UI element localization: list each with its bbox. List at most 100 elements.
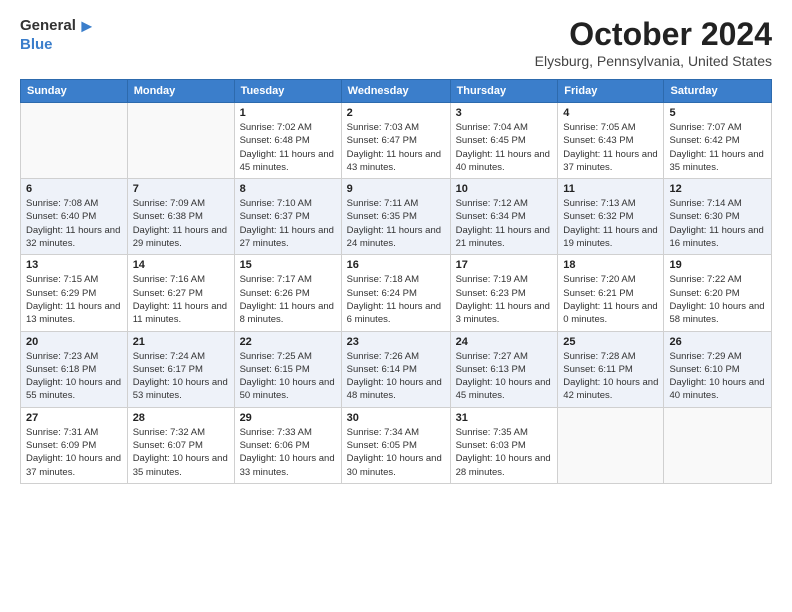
day-number: 15 xyxy=(240,259,336,271)
col-sunday: Sunday xyxy=(21,80,128,103)
calendar-cell: 23 Sunrise: 7:26 AMSunset: 6:14 PMDayligh… xyxy=(341,331,450,407)
calendar-cell: 31 Sunrise: 7:35 AMSunset: 6:03 PMDayligh… xyxy=(450,407,558,483)
calendar-table: Sunday Monday Tuesday Wednesday Thursday… xyxy=(20,79,772,484)
day-info: Sunrise: 7:23 AMSunset: 6:18 PMDaylight:… xyxy=(26,350,122,403)
day-info: Sunrise: 7:11 AMSunset: 6:35 PMDaylight:… xyxy=(347,197,445,250)
calendar-week-row: 6Sunrise: 7:08 AMSunset: 6:40 PMDaylight… xyxy=(21,179,772,255)
calendar-header-row: Sunday Monday Tuesday Wednesday Thursday… xyxy=(21,80,772,103)
calendar-week-row: 20 Sunrise: 7:23 AMSunset: 6:18 PMDayligh… xyxy=(21,331,772,407)
title-block: October 2024 Elysburg, Pennsylvania, Uni… xyxy=(535,16,772,69)
day-info: Sunrise: 7:04 AMSunset: 6:45 PMDaylight:… xyxy=(456,121,553,174)
calendar-cell: 7 Sunrise: 7:09 AMSunset: 6:38 PMDaylight… xyxy=(127,179,234,255)
calendar-week-row: 27 Sunrise: 7:31 AMSunset: 6:09 PMDayligh… xyxy=(21,407,772,483)
day-number: 13 xyxy=(26,259,122,271)
day-info: Sunrise: 7:34 AMSunset: 6:05 PMDaylight:… xyxy=(347,426,445,479)
day-number: 11 xyxy=(563,183,658,195)
calendar-cell: 11 Sunrise: 7:13 AMSunset: 6:32 PMDayligh… xyxy=(558,179,664,255)
day-info: Sunrise: 7:17 AMSunset: 6:26 PMDaylight:… xyxy=(240,273,336,326)
day-info: Sunrise: 7:15 AMSunset: 6:29 PMDaylight:… xyxy=(26,273,122,326)
day-info: Sunrise: 7:35 AMSunset: 6:03 PMDaylight:… xyxy=(456,426,553,479)
logo-bird-icon: ► xyxy=(78,16,96,37)
col-tuesday: Tuesday xyxy=(234,80,341,103)
col-friday: Friday xyxy=(558,80,664,103)
calendar-cell: 24Sunrise: 7:27 AMSunset: 6:13 PMDayligh… xyxy=(450,331,558,407)
day-number: 21 xyxy=(133,336,229,348)
calendar-cell: 4Sunrise: 7:05 AMSunset: 6:43 PMDaylight… xyxy=(558,103,664,179)
day-number: 26 xyxy=(669,336,766,348)
day-number: 31 xyxy=(456,412,553,424)
col-wednesday: Wednesday xyxy=(341,80,450,103)
calendar-cell xyxy=(558,407,664,483)
day-info: Sunrise: 7:33 AMSunset: 6:06 PMDaylight:… xyxy=(240,426,336,479)
calendar-cell: 17 Sunrise: 7:19 AMSunset: 6:23 PMDayligh… xyxy=(450,255,558,331)
calendar-cell: 26Sunrise: 7:29 AMSunset: 6:10 PMDayligh… xyxy=(664,331,772,407)
col-monday: Monday xyxy=(127,80,234,103)
calendar-cell xyxy=(21,103,128,179)
day-info: Sunrise: 7:25 AMSunset: 6:15 PMDaylight:… xyxy=(240,350,336,403)
day-info: Sunrise: 7:08 AMSunset: 6:40 PMDaylight:… xyxy=(26,197,122,250)
day-number: 22 xyxy=(240,336,336,348)
calendar-cell: 10 Sunrise: 7:12 AMSunset: 6:34 PMDayligh… xyxy=(450,179,558,255)
day-number: 17 xyxy=(456,259,553,271)
day-number: 12 xyxy=(669,183,766,195)
calendar-cell: 28 Sunrise: 7:32 AMSunset: 6:07 PMDayligh… xyxy=(127,407,234,483)
calendar-cell xyxy=(664,407,772,483)
day-info: Sunrise: 7:31 AMSunset: 6:09 PMDaylight:… xyxy=(26,426,122,479)
col-saturday: Saturday xyxy=(664,80,772,103)
calendar-week-row: 1Sunrise: 7:02 AMSunset: 6:48 PMDaylight… xyxy=(21,103,772,179)
location-subtitle: Elysburg, Pennsylvania, United States xyxy=(535,53,772,69)
day-info: Sunrise: 7:20 AMSunset: 6:21 PMDaylight:… xyxy=(563,273,658,326)
day-info: Sunrise: 7:05 AMSunset: 6:43 PMDaylight:… xyxy=(563,121,658,174)
col-thursday: Thursday xyxy=(450,80,558,103)
day-info: Sunrise: 7:26 AMSunset: 6:14 PMDaylight:… xyxy=(347,350,445,403)
day-info: Sunrise: 7:32 AMSunset: 6:07 PMDaylight:… xyxy=(133,426,229,479)
calendar-cell: 8 Sunrise: 7:10 AMSunset: 6:37 PMDaylight… xyxy=(234,179,341,255)
day-number: 8 xyxy=(240,183,336,195)
calendar-cell: 19Sunrise: 7:22 AMSunset: 6:20 PMDayligh… xyxy=(664,255,772,331)
day-info: Sunrise: 7:10 AMSunset: 6:37 PMDaylight:… xyxy=(240,197,336,250)
day-info: Sunrise: 7:09 AMSunset: 6:38 PMDaylight:… xyxy=(133,197,229,250)
calendar-cell: 6Sunrise: 7:08 AMSunset: 6:40 PMDaylight… xyxy=(21,179,128,255)
day-info: Sunrise: 7:13 AMSunset: 6:32 PMDaylight:… xyxy=(563,197,658,250)
calendar-cell: 22 Sunrise: 7:25 AMSunset: 6:15 PMDayligh… xyxy=(234,331,341,407)
day-info: Sunrise: 7:16 AMSunset: 6:27 PMDaylight:… xyxy=(133,273,229,326)
day-info: Sunrise: 7:03 AMSunset: 6:47 PMDaylight:… xyxy=(347,121,445,174)
day-info: Sunrise: 7:02 AMSunset: 6:48 PMDaylight:… xyxy=(240,121,336,174)
calendar-cell: 12Sunrise: 7:14 AMSunset: 6:30 PMDayligh… xyxy=(664,179,772,255)
calendar-cell: 1Sunrise: 7:02 AMSunset: 6:48 PMDaylight… xyxy=(234,103,341,179)
day-number: 14 xyxy=(133,259,229,271)
calendar-cell: 15 Sunrise: 7:17 AMSunset: 6:26 PMDayligh… xyxy=(234,255,341,331)
day-number: 7 xyxy=(133,183,229,195)
day-info: Sunrise: 7:07 AMSunset: 6:42 PMDaylight:… xyxy=(669,121,766,174)
day-number: 27 xyxy=(26,412,122,424)
day-number: 25 xyxy=(563,336,658,348)
day-number: 16 xyxy=(347,259,445,271)
calendar-cell: 20 Sunrise: 7:23 AMSunset: 6:18 PMDayligh… xyxy=(21,331,128,407)
calendar-cell: 27 Sunrise: 7:31 AMSunset: 6:09 PMDayligh… xyxy=(21,407,128,483)
calendar-cell: 9 Sunrise: 7:11 AMSunset: 6:35 PMDaylight… xyxy=(341,179,450,255)
calendar-cell: 16Sunrise: 7:18 AMSunset: 6:24 PMDayligh… xyxy=(341,255,450,331)
header: General ► Blue October 2024 Elysburg, Pe… xyxy=(20,16,772,69)
calendar-cell: 30Sunrise: 7:34 AMSunset: 6:05 PMDayligh… xyxy=(341,407,450,483)
calendar-cell: 14 Sunrise: 7:16 AMSunset: 6:27 PMDayligh… xyxy=(127,255,234,331)
month-title: October 2024 xyxy=(535,16,772,53)
calendar-cell xyxy=(127,103,234,179)
calendar-cell: 13 Sunrise: 7:15 AMSunset: 6:29 PMDayligh… xyxy=(21,255,128,331)
day-number: 20 xyxy=(26,336,122,348)
calendar-week-row: 13 Sunrise: 7:15 AMSunset: 6:29 PMDayligh… xyxy=(21,255,772,331)
logo-blue-text: Blue xyxy=(20,37,53,54)
day-number: 23 xyxy=(347,336,445,348)
day-info: Sunrise: 7:12 AMSunset: 6:34 PMDaylight:… xyxy=(456,197,553,250)
day-number: 10 xyxy=(456,183,553,195)
day-info: Sunrise: 7:19 AMSunset: 6:23 PMDaylight:… xyxy=(456,273,553,326)
day-info: Sunrise: 7:22 AMSunset: 6:20 PMDaylight:… xyxy=(669,273,766,326)
day-number: 2 xyxy=(347,107,445,119)
day-number: 28 xyxy=(133,412,229,424)
calendar-cell: 3 Sunrise: 7:04 AMSunset: 6:45 PMDaylight… xyxy=(450,103,558,179)
page: General ► Blue October 2024 Elysburg, Pe… xyxy=(0,0,792,612)
day-number: 9 xyxy=(347,183,445,195)
logo-general-text: General xyxy=(20,18,76,35)
day-number: 3 xyxy=(456,107,553,119)
day-info: Sunrise: 7:27 AMSunset: 6:13 PMDaylight:… xyxy=(456,350,553,403)
day-number: 5 xyxy=(669,107,766,119)
